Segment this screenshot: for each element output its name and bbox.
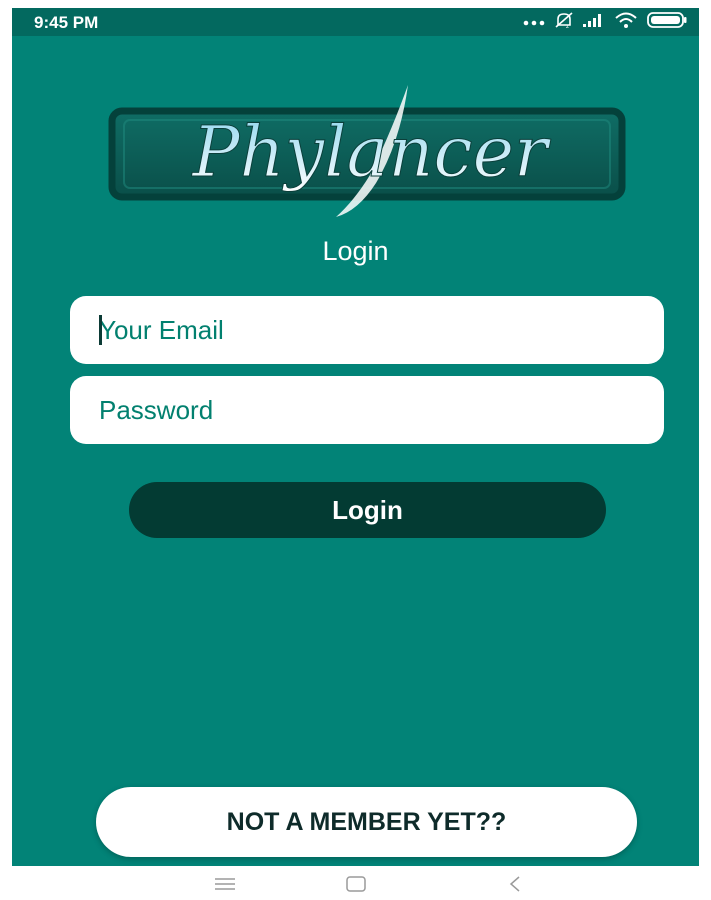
status-bar: 9:45 PM z [12, 8, 699, 36]
text-caret [99, 315, 102, 345]
login-button[interactable]: Login [129, 482, 606, 538]
status-icons: z [523, 11, 687, 34]
password-field[interactable]: Password [70, 376, 664, 444]
wifi-icon [614, 11, 638, 34]
login-title: Login [322, 236, 389, 266]
login-button-label: Login [332, 494, 403, 525]
home-icon[interactable] [341, 872, 371, 896]
password-placeholder: Password [99, 394, 214, 425]
not-a-member-button[interactable]: NOT A MEMBER YET?? [96, 787, 637, 857]
muted-notification-icon: z [554, 11, 574, 34]
email-placeholder: Your Email [99, 314, 224, 345]
back-icon[interactable] [500, 872, 530, 896]
email-field[interactable]: Your Email [70, 296, 664, 364]
menu-icon[interactable] [210, 872, 240, 896]
battery-icon [647, 11, 687, 34]
signal-icon [583, 13, 605, 32]
logo-text: Phylancer [190, 111, 551, 193]
more-dots-icon [523, 13, 545, 31]
system-nav-bar [0, 866, 711, 900]
status-time: 9:45 PM [34, 13, 99, 32]
svg-text:z: z [566, 24, 569, 29]
phylancer-logo: Phylancer [108, 83, 626, 218]
not-a-member-label: NOT A MEMBER YET?? [226, 807, 507, 836]
login-screen: 9:45 PM z Phylancer Login Your Email Pas… [12, 8, 699, 866]
